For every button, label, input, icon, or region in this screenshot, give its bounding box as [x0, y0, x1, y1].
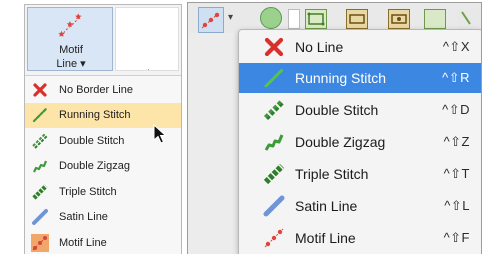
mouse-pointer-icon	[153, 124, 167, 144]
menu-item-double-stitch[interactable]: Double Stitch ^⇧D	[239, 95, 481, 125]
frame-tool-icon[interactable]	[305, 9, 327, 29]
motif-line-button[interactable]: Motif Line ▾	[27, 7, 113, 71]
menu-item-label: Satin Line	[59, 211, 108, 224]
shape-tool-icon[interactable]	[346, 9, 368, 29]
composite-screenshot: Motif Line ▾ · No Border Line Running St…	[0, 0, 486, 254]
motif-line-icon	[261, 225, 287, 251]
double-stitch-icon	[29, 130, 51, 152]
menu-item-label: Double Zigzag	[295, 134, 386, 150]
menu-item-motif-line[interactable]: Motif Line ^⇧F	[239, 223, 481, 253]
menu-item-label: Double Stitch	[59, 134, 125, 147]
running-stitch-icon	[261, 65, 287, 91]
circle-tool-icon[interactable]	[260, 7, 282, 29]
menu-item-label: Running Stitch	[59, 109, 131, 122]
menu-item-label: No Line	[295, 39, 344, 55]
running-stitch-icon	[29, 104, 51, 126]
shortcut-label: ^⇧F	[443, 230, 470, 245]
triple-stitch-icon	[29, 181, 51, 203]
menu-item-running-stitch[interactable]: Running Stitch ^⇧R	[239, 63, 481, 93]
shortcut-label: ^⇧R	[442, 70, 470, 85]
satin-line-icon	[261, 193, 287, 219]
toolbar-dropdown-panel: ▾ No Line ^⇧X Running Stitch ^⇧R Double …	[187, 2, 482, 254]
red-x-icon	[261, 34, 287, 60]
menu-item-label: Double Zigzag	[59, 160, 130, 173]
motif-line-icon	[201, 11, 221, 29]
menu-item-label: Motif Line	[295, 230, 356, 246]
chevron-down-icon[interactable]: ▾	[228, 12, 233, 23]
double-stitch-icon	[261, 97, 287, 123]
menu-item-label: Triple Stitch	[295, 166, 369, 182]
menu-item-satin-line[interactable]: Satin Line ^⇧L	[239, 191, 481, 221]
menu-item-label: Triple Stitch	[59, 185, 117, 198]
red-x-icon	[29, 79, 51, 101]
menu-item-no-line[interactable]: No Line ^⇧X	[239, 32, 481, 62]
shape-tool-3-icon[interactable]	[424, 9, 446, 29]
motif-line-icon	[58, 13, 82, 37]
menu-item-satin-line[interactable]: Satin Line	[25, 205, 181, 231]
menu-item-triple-stitch[interactable]: Triple Stitch ^⇧T	[239, 159, 481, 189]
ribbon-dot: ·	[147, 65, 150, 74]
satin-line-icon	[29, 206, 51, 228]
blank-tool-icon[interactable]	[288, 9, 300, 29]
shortcut-label: ^⇧T	[443, 166, 470, 181]
more-tool-icon[interactable]	[458, 9, 480, 29]
menu-item-no-border-line[interactable]: No Border Line	[25, 77, 181, 103]
motif-line-label-1: Motif	[59, 44, 83, 56]
motif-line-icon	[29, 232, 51, 254]
triple-stitch-icon	[261, 161, 287, 187]
double-zigzag-icon	[29, 155, 51, 177]
menu-item-motif-line[interactable]: Motif Line	[25, 230, 181, 254]
motif-line-toolbar-button[interactable]	[198, 7, 224, 33]
line-type-dropdown-menu: No Line ^⇧X Running Stitch ^⇧R Double St…	[238, 29, 481, 254]
line-type-menu: No Border Line Running Stitch Double Sti…	[25, 77, 181, 254]
shortcut-label: ^⇧X	[442, 39, 470, 54]
motif-line-label-2: Line ▾	[56, 58, 86, 70]
shape-tool-2-icon[interactable]	[388, 9, 410, 29]
menu-item-label: Motif Line	[59, 236, 107, 249]
ribbon-bar: Motif Line ▾ ·	[25, 5, 181, 76]
menu-item-label: Satin Line	[295, 198, 358, 214]
menu-item-triple-stitch[interactable]: Triple Stitch	[25, 179, 181, 205]
menu-item-double-zigzag[interactable]: Double Zigzag	[25, 154, 181, 180]
double-zigzag-icon	[261, 129, 287, 155]
shortcut-label: ^⇧D	[442, 102, 470, 117]
menu-item-double-zigzag[interactable]: Double Zigzag ^⇧Z	[239, 127, 481, 157]
menu-item-label: Double Stitch	[295, 102, 379, 118]
shortcut-label: ^⇧Z	[443, 134, 470, 149]
menu-item-label: Running Stitch	[295, 70, 387, 86]
ribbon-empty-slot	[115, 7, 179, 71]
ribbon-dropdown-panel: Motif Line ▾ · No Border Line Running St…	[24, 4, 182, 254]
shortcut-label: ^⇧L	[444, 198, 470, 213]
menu-item-label: No Border Line	[59, 83, 133, 96]
